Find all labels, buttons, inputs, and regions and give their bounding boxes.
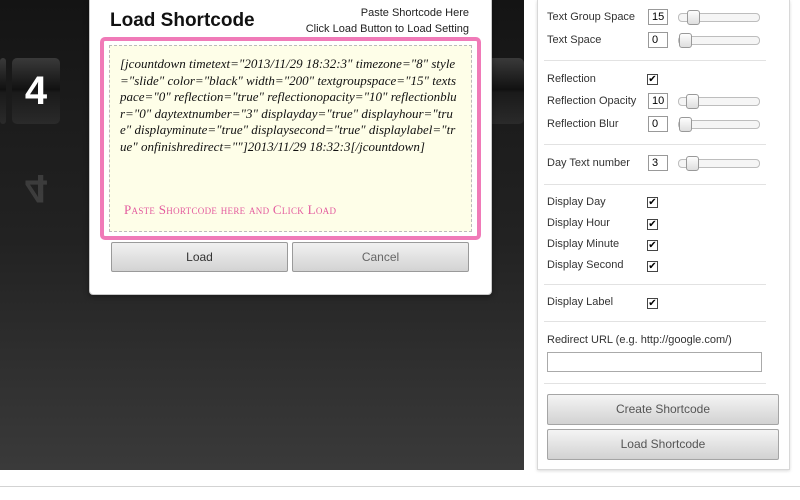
reflection-opacity-input[interactable]: 10 [648, 93, 668, 109]
digit-reflection: 4 [24, 166, 48, 210]
dialog-title: Load Shortcode [110, 10, 255, 31]
shortcode-textarea-inner[interactable]: [jcountdown timetext="2013/11/29 18:32:3… [109, 45, 472, 232]
shortcode-placeholder: Paste Shortcode here and Click Load [124, 202, 337, 217]
display-hour-label: Display Hour [547, 217, 610, 229]
slider-thumb[interactable] [679, 117, 692, 132]
divider [544, 383, 766, 384]
text-space-input[interactable]: 0 [648, 32, 668, 48]
page: 4 4 Load Shortcode Paste Shortcode Here … [0, 0, 800, 500]
cancel-button[interactable]: Cancel [292, 242, 469, 272]
text-space-slider[interactable] [678, 33, 760, 48]
display-day-label: Display Day [547, 196, 606, 208]
reflection-blur-input[interactable]: 0 [648, 116, 668, 132]
slider-thumb[interactable] [679, 33, 692, 48]
divider [544, 284, 766, 285]
slider-thumb[interactable] [686, 94, 699, 109]
dialog-hint-line-2: Click Load Button to Load Setting [305, 23, 469, 35]
settings-panel: Text Group Space 15 Text Space 0 Reflect… [537, 0, 790, 470]
divider [544, 60, 766, 61]
text-group-space-input[interactable]: 15 [648, 9, 668, 25]
display-label-checkbox[interactable]: ✔ [647, 298, 658, 309]
digit-card: 4 [12, 58, 60, 124]
reflection-label: Reflection [547, 73, 596, 85]
dialog-hint: Paste Shortcode Here Click Load Button t… [306, 5, 469, 37]
reflection-blur-label: Reflection Blur [547, 118, 619, 130]
divider [544, 184, 766, 185]
text-group-space-label: Text Group Space [547, 11, 636, 23]
display-label-label: Display Label [547, 296, 614, 308]
dialog-hint-line-1: Paste Shortcode Here [360, 7, 469, 19]
day-text-number-label: Day Text number [547, 157, 630, 169]
text-space-label: Text Space [547, 34, 602, 46]
divider [544, 144, 766, 145]
text-group-space-slider[interactable] [678, 10, 760, 25]
load-shortcode-dialog: Load Shortcode Paste Shortcode Here Clic… [89, 0, 492, 295]
display-minute-label: Display Minute [547, 238, 620, 250]
slider-thumb[interactable] [687, 10, 700, 25]
digit-card-left-edge [0, 58, 6, 124]
page-bottom-border [0, 486, 800, 487]
redirect-url-input[interactable] [547, 352, 762, 372]
day-text-number-slider[interactable] [678, 156, 760, 171]
create-shortcode-button[interactable]: Create Shortcode [547, 394, 779, 425]
load-shortcode-button[interactable]: Load Shortcode [547, 429, 779, 460]
shortcode-text[interactable]: [jcountdown timetext="2013/11/29 18:32:3… [120, 56, 460, 155]
load-button[interactable]: Load [111, 242, 288, 272]
display-hour-checkbox[interactable]: ✔ [647, 219, 658, 230]
display-day-checkbox[interactable]: ✔ [647, 197, 658, 208]
redirect-url-label: Redirect URL (e.g. http://google.com/) [547, 334, 732, 346]
slider-thumb[interactable] [686, 156, 699, 171]
reflection-opacity-slider[interactable] [678, 94, 760, 109]
day-text-number-input[interactable]: 3 [648, 155, 668, 171]
display-second-checkbox[interactable]: ✔ [647, 261, 658, 272]
reflection-blur-slider[interactable] [678, 117, 760, 132]
display-second-label: Display Second [547, 259, 624, 271]
display-minute-checkbox[interactable]: ✔ [647, 240, 658, 251]
reflection-opacity-label: Reflection Opacity [547, 95, 637, 107]
divider [544, 321, 766, 322]
reflection-checkbox[interactable]: ✔ [647, 74, 658, 85]
shortcode-textarea[interactable]: [jcountdown timetext="2013/11/29 18:32:3… [100, 37, 481, 240]
